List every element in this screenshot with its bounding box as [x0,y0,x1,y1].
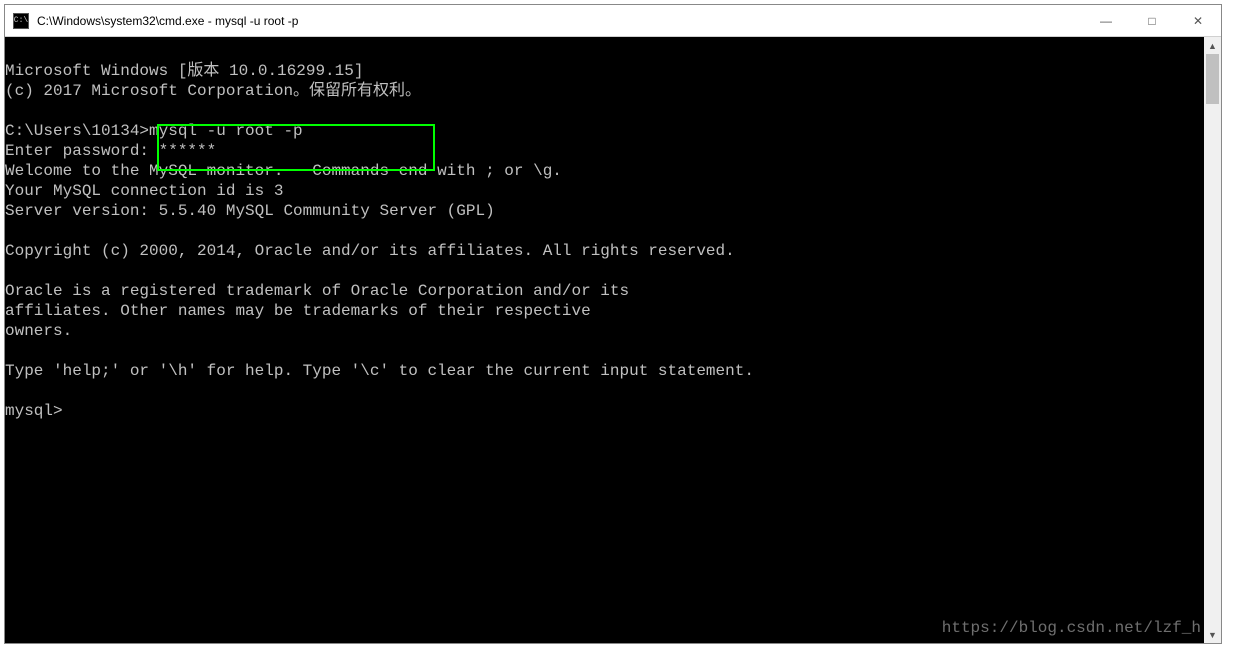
terminal-line: Your MySQL connection id is 3 [5,182,283,200]
terminal-line: owners. [5,322,72,340]
scroll-up-button[interactable]: ▲ [1204,37,1221,54]
terminal-line: Welcome to the MySQL monitor. Commands e… [5,162,562,180]
window-controls: — □ ✕ [1083,5,1221,36]
scroll-track[interactable] [1204,54,1221,626]
scroll-thumb[interactable] [1206,54,1219,104]
terminal-line: Enter password: ****** [5,142,216,160]
terminal-line: Server version: 5.5.40 MySQL Community S… [5,202,495,220]
terminal-line: Type 'help;' or '\h' for help. Type '\c'… [5,362,754,380]
cmd-window: C:\ C:\Windows\system32\cmd.exe - mysql … [4,4,1222,644]
terminal-line: mysql> [5,402,63,420]
cmd-icon: C:\ [13,13,29,29]
terminal-output[interactable]: Microsoft Windows [版本 10.0.16299.15] (c)… [5,37,1204,643]
scroll-down-button[interactable]: ▼ [1204,626,1221,643]
terminal-line: Copyright (c) 2000, 2014, Oracle and/or … [5,242,735,260]
terminal-line: Microsoft Windows [版本 10.0.16299.15] [5,62,363,80]
terminal-line: Oracle is a registered trademark of Orac… [5,282,629,300]
window-title: C:\Windows\system32\cmd.exe - mysql -u r… [37,14,1083,28]
terminal-line: C:\Users\10134>mysql -u root -p [5,122,303,140]
terminal-area: Microsoft Windows [版本 10.0.16299.15] (c)… [5,37,1221,643]
minimize-button[interactable]: — [1083,5,1129,36]
terminal-line: (c) 2017 Microsoft Corporation。保留所有权利。 [5,82,421,100]
vertical-scrollbar[interactable]: ▲ ▼ [1204,37,1221,643]
close-button[interactable]: ✕ [1175,5,1221,36]
maximize-button[interactable]: □ [1129,5,1175,36]
titlebar[interactable]: C:\ C:\Windows\system32\cmd.exe - mysql … [5,5,1221,37]
terminal-line: affiliates. Other names may be trademark… [5,302,591,320]
